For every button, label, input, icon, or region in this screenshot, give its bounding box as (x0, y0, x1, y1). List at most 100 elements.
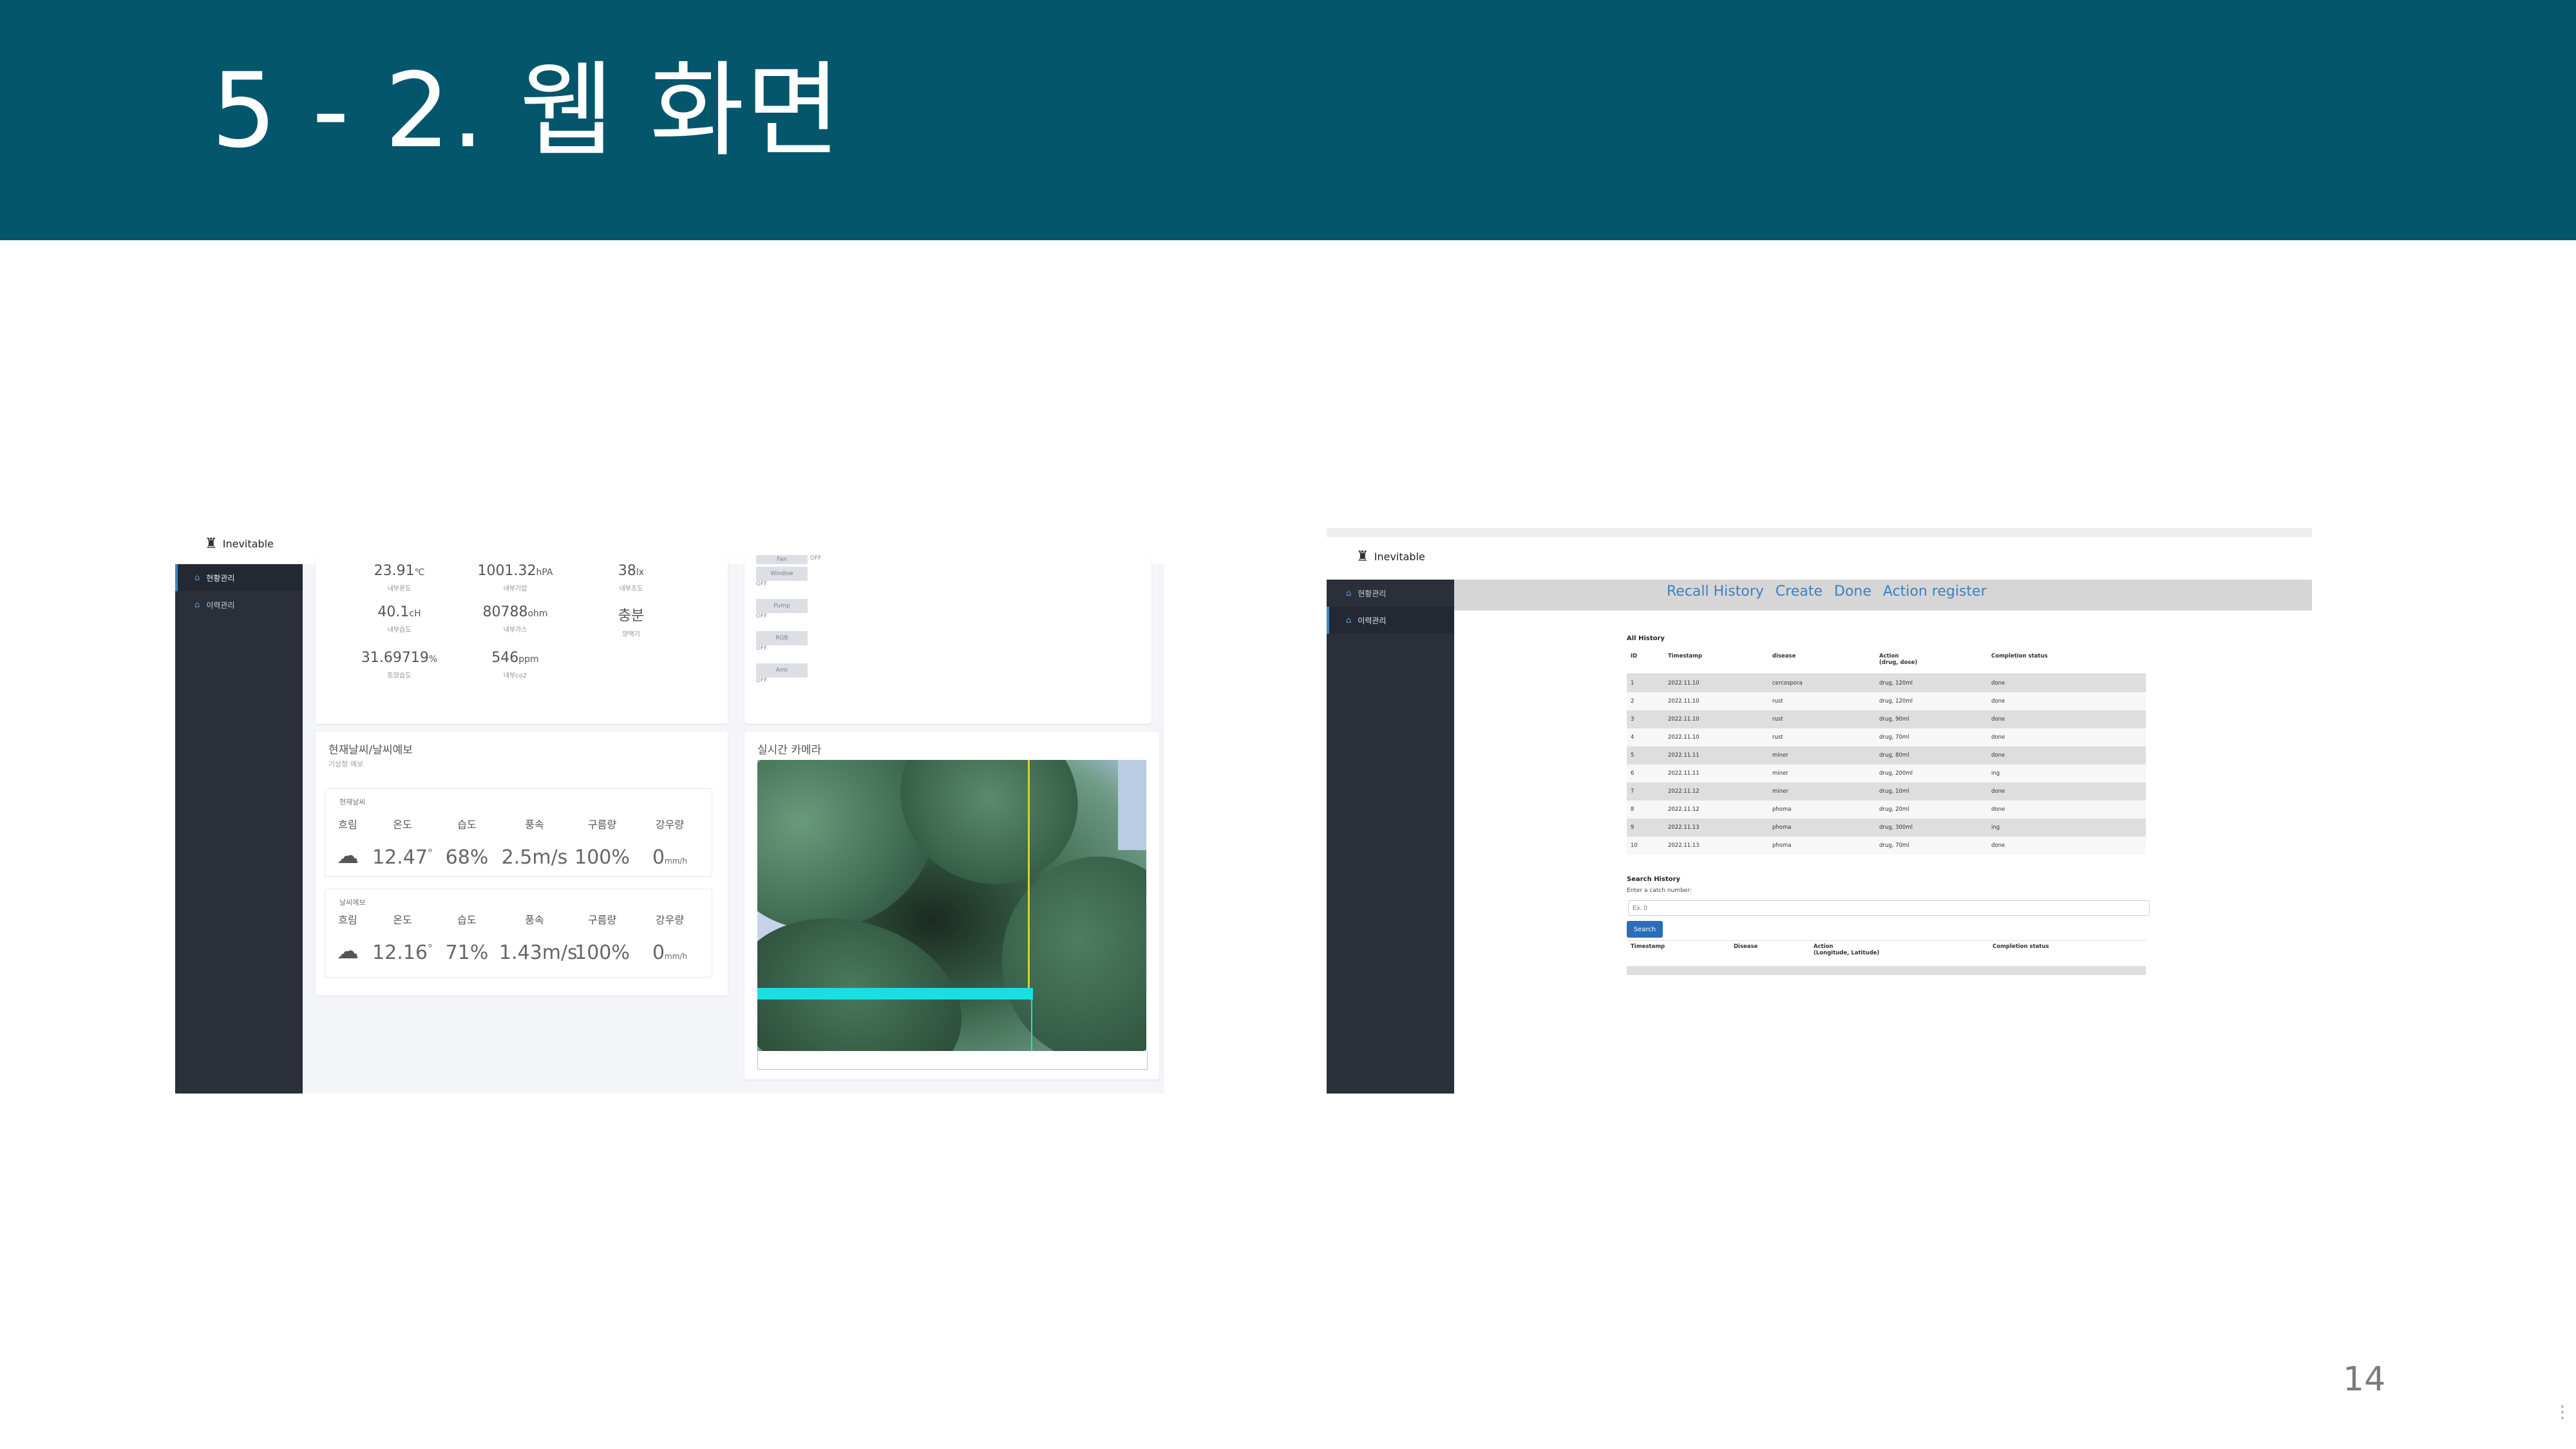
window-state: OFF (756, 581, 768, 587)
control-window: Window OFF (756, 567, 808, 587)
table-row: 1 2022.11.10 cercospora drug, 120ml done (1627, 674, 2146, 692)
table-row: 10 2022.11.13 phoma drug, 70ml done (1627, 837, 2146, 855)
empty-result-row (1627, 966, 2146, 975)
page-number: 14 (2343, 1360, 2386, 1399)
camera-card: 실시간 카메라 (744, 732, 1159, 1079)
table-cell: ing (1987, 819, 2146, 837)
cloud-icon: ☁ (337, 843, 359, 869)
fan-button[interactable]: Fan (756, 555, 808, 564)
table-cell: 2 (1627, 692, 1664, 710)
sidebar-item-status[interactable]: ⌂ 현황관리 (175, 564, 303, 591)
table-cell: done (1987, 746, 2146, 764)
sensor-humidity: 40.1cH 내부습도 (377, 604, 421, 634)
table-cell: 2022.11.11 (1664, 764, 1768, 782)
logo-text: Inevitable (1374, 551, 1425, 563)
table-row: 5 2022.11.11 miner drug, 80ml done (1627, 746, 2146, 764)
detection-box (757, 988, 1033, 999)
sidebar-item-label: 현황관리 (206, 573, 235, 583)
table-row: 8 2022.11.12 phoma drug, 20ml done (1627, 800, 2146, 819)
table-cell: cercospora (1768, 674, 1875, 692)
table-cell: rust (1768, 728, 1875, 746)
table-cell: 2022.11.10 (1664, 710, 1768, 728)
table-row: 2 2022.11.10 rust drug, 120ml done (1627, 692, 2146, 710)
amt-state: OFF (756, 677, 768, 684)
nav-done[interactable]: Done (1834, 583, 1871, 600)
table-cell: drug, 80ml (1875, 746, 1987, 764)
detection-line (1028, 760, 1030, 999)
home-icon: ⌂ (1346, 615, 1352, 625)
nav-action-register[interactable]: Action register (1883, 583, 1987, 600)
robot-icon: ♜ (1356, 549, 1369, 565)
table-cell: miner (1768, 764, 1875, 782)
sidebar-item-history[interactable]: ⌂ 이력관리 (175, 591, 303, 618)
table-cell: ing (1987, 764, 2146, 782)
table-cell: 2022.11.10 (1664, 692, 1768, 710)
table-cell: 2022.11.13 (1664, 819, 1768, 837)
weather-card: 현재날씨/날씨예보 기상청 예보 현재날씨 흐림 온도 습도 풍속 구름량 강우… (316, 732, 728, 996)
app-logo[interactable]: ♜ Inevitable (205, 536, 274, 552)
table-cell: phoma (1768, 819, 1875, 837)
nav-recall-history[interactable]: Recall History (1667, 583, 1764, 600)
sidebar-item-label: 이력관리 (206, 600, 235, 610)
home-icon: ⌂ (1346, 588, 1352, 598)
table-cell: drug, 120ml (1875, 674, 1987, 692)
dashboard-screenshot: ♜ Inevitable ⌂ 현황관리 ⌂ 이력관리 23.91℃ 내부온도 1… (175, 523, 1164, 1094)
table-row: 7 2022.11.12 miner drug, 10ml done (1627, 782, 2146, 800)
slide-title: 5 - 2. 웹 화면 (211, 50, 842, 171)
sensor-gas: 80788ohm 내부가스 (482, 604, 548, 634)
table-cell: 8 (1627, 800, 1664, 819)
camera-frame (757, 1051, 1148, 1070)
history-screenshot: ♜ Inevitable ⌂ 현황관리 ⌂ 이력관리 Recall Histor… (1327, 528, 2312, 1094)
pump-state: OFF (756, 613, 768, 620)
table-cell: drug, 90ml (1875, 710, 1987, 728)
table-cell: 3 (1627, 710, 1664, 728)
table-cell: 2022.11.10 (1664, 674, 1768, 692)
table-cell: done (1987, 710, 2146, 728)
forecast-weather-box: 날씨예보 흐림 온도 습도 풍속 구름량 강우량 ☁ 12.16° 71% 1.… (325, 889, 712, 978)
table-header-row: Timestamp Disease Action (Longitude, Lat… (1627, 940, 2146, 968)
control-rgb: RGB OFF (756, 631, 808, 652)
sidebar-item-label: 이력관리 (1358, 616, 1387, 625)
catch-number-input[interactable] (1628, 900, 2150, 916)
table-cell: phoma (1768, 837, 1875, 855)
sensor-illuminance: 38lx 내부조도 (618, 563, 645, 592)
amt-button[interactable]: Amt (756, 663, 808, 677)
table-cell: drug, 70ml (1875, 728, 1987, 746)
table-row: 3 2022.11.10 rust drug, 90ml done (1627, 710, 2146, 728)
table-cell: 9 (1627, 819, 1664, 837)
search-button[interactable]: Search (1627, 921, 1663, 938)
fan-state: OFF (810, 555, 822, 562)
sensor-co2: 546ppm 내부co2 (491, 650, 539, 679)
table-cell: done (1987, 782, 2146, 800)
home-icon: ⌂ (194, 600, 200, 610)
weather-title: 현재날씨/날씨예보 (328, 744, 413, 757)
home-icon: ⌂ (194, 573, 200, 583)
sidebar-item-history[interactable]: ⌂ 이력관리 (1327, 607, 1454, 634)
all-history-table: ID Timestamp disease Action (drug, dose)… (1627, 650, 2146, 855)
sidebar-item-label: 현황관리 (1358, 589, 1387, 598)
pump-button[interactable]: Pump (756, 599, 808, 613)
window-button[interactable]: Window (756, 567, 808, 581)
table-row: 6 2022.11.11 miner drug, 200ml ing (1627, 764, 2146, 782)
table-cell: done (1987, 800, 2146, 819)
table-cell: drug, 200ml (1875, 764, 1987, 782)
app-logo[interactable]: ♜ Inevitable (1356, 549, 1425, 565)
rgb-button[interactable]: RGB (756, 631, 808, 645)
table-row: 9 2022.11.13 phoma drug, 300ml ing (1627, 819, 2146, 837)
table-cell: drug, 20ml (1875, 800, 1987, 819)
table-cell: drug, 10ml (1875, 782, 1987, 800)
table-cell: 6 (1627, 764, 1664, 782)
nav-create[interactable]: Create (1776, 583, 1823, 600)
table-cell: 4 (1627, 728, 1664, 746)
weather-values-row: ☁ 12.16° 71% 1.43m/s 100% 0mm/h (325, 938, 712, 964)
current-weather-box: 현재날씨 흐림 온도 습도 풍속 구름량 강우량 ☁ 12.47° 68% 2.… (325, 788, 712, 877)
weather-header-row: 흐림 온도 습도 풍속 구름량 강우량 (338, 819, 685, 831)
table-cell: done (1987, 692, 2146, 710)
table-row: 4 2022.11.10 rust drug, 70ml done (1627, 728, 2146, 746)
forecast-weather-caption: 날씨예보 (339, 898, 366, 907)
table-cell: 5 (1627, 746, 1664, 764)
sidebar-item-status[interactable]: ⌂ 현황관리 (1327, 580, 1454, 607)
robot-icon: ♜ (205, 536, 218, 552)
search-label: Enter a catch number: (1627, 887, 1692, 894)
sidebar: ⌂ 현황관리 ⌂ 이력관리 (175, 564, 303, 1094)
